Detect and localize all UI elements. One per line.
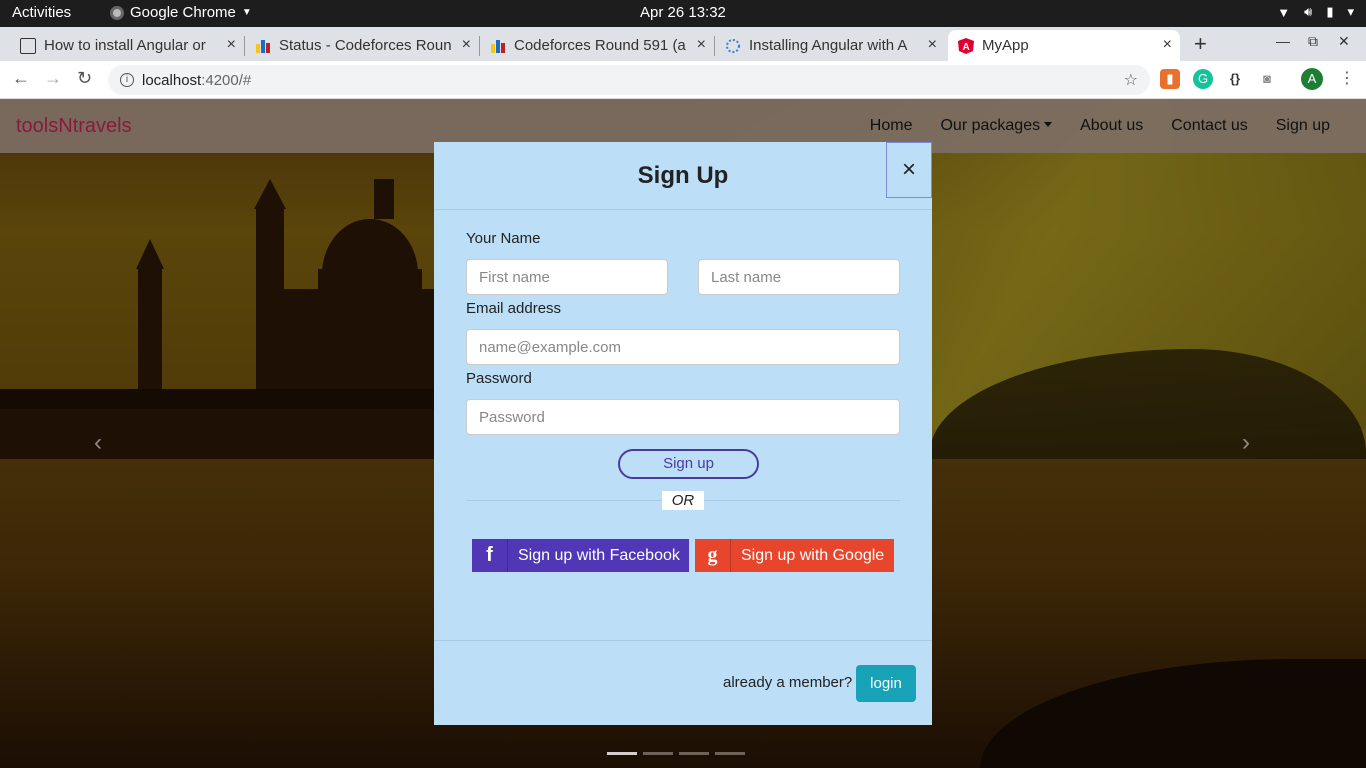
- url-path: :4200/#: [201, 71, 252, 89]
- email-input[interactable]: name@example.com: [466, 329, 900, 365]
- chrome-icon: [110, 5, 124, 20]
- email-label: Email address: [466, 300, 562, 317]
- modal-close-button[interactable]: ×: [886, 142, 932, 198]
- nav-about-us[interactable]: About us: [1080, 117, 1143, 135]
- restore-button[interactable]: ⧉: [1308, 33, 1318, 50]
- tab-strip: How to install Angular or × Status - Cod…: [0, 27, 1366, 61]
- close-icon[interactable]: ×: [697, 36, 706, 54]
- page-viewport: ‹ › toolsNtravels Home Our packages Abou…: [0, 99, 1366, 768]
- address-bar[interactable]: i localhost:4200/# ☆: [108, 65, 1150, 95]
- url-host: localhost: [142, 71, 202, 89]
- tab-title: Codeforces Round 591 (a: [514, 37, 686, 54]
- nav-sign-up[interactable]: Sign up: [1276, 117, 1330, 135]
- carousel-indicator[interactable]: [643, 752, 673, 755]
- nav-contact-us[interactable]: Contact us: [1171, 117, 1247, 135]
- tab-title: Status - Codeforces Roun: [279, 37, 451, 54]
- close-icon[interactable]: ×: [462, 36, 471, 54]
- nav-home[interactable]: Home: [870, 117, 913, 135]
- minimize-button[interactable]: —: [1276, 33, 1290, 49]
- facebook-icon: f: [472, 539, 508, 572]
- system-tray[interactable]: ▼ 🔊︎ ▮ ▾: [1277, 4, 1354, 20]
- angular-icon: A: [958, 37, 974, 54]
- close-icon[interactable]: ×: [1163, 36, 1172, 54]
- tab-title: How to install Angular or: [44, 37, 206, 54]
- extension-office-icon[interactable]: ▮: [1160, 69, 1180, 89]
- camera-icon[interactable]: ◙: [1257, 69, 1277, 89]
- modal-title: Sign Up: [637, 162, 729, 189]
- or-label: OR: [662, 491, 704, 510]
- tab-codeforces-round[interactable]: Codeforces Round 591 (a ×: [480, 30, 715, 61]
- carousel-indicator[interactable]: [679, 752, 709, 755]
- profile-avatar[interactable]: A: [1301, 68, 1323, 90]
- modal-header: Sign Up ×: [434, 142, 932, 210]
- info-icon[interactable]: i: [120, 73, 134, 87]
- battery-icon: ▮: [1326, 4, 1334, 19]
- nav-links: Home Our packages About us Contact us Si…: [870, 117, 1330, 135]
- login-button[interactable]: login: [856, 665, 916, 702]
- member-question: already a member?: [723, 674, 853, 691]
- new-tab-button[interactable]: +: [1194, 31, 1207, 57]
- tab-angular-install[interactable]: How to install Angular or ×: [10, 30, 245, 61]
- codeforces-icon: [255, 38, 271, 54]
- tab-myapp[interactable]: A MyApp ×: [948, 30, 1180, 61]
- facebook-signup-label: Sign up with Facebook: [518, 546, 680, 564]
- carousel-prev-icon[interactable]: ‹: [94, 429, 102, 457]
- tab-installing-angular[interactable]: Installing Angular with A ×: [715, 30, 945, 61]
- json-extension-icon[interactable]: {}: [1225, 69, 1245, 89]
- carousel-indicator[interactable]: [715, 752, 745, 755]
- volume-icon: 🔊︎: [1304, 4, 1313, 19]
- chevron-down-icon: ▾: [1347, 4, 1354, 19]
- carousel-indicator[interactable]: [607, 752, 637, 755]
- password-input[interactable]: Password: [466, 399, 900, 435]
- name-label: Your Name: [466, 230, 541, 247]
- google-icon: g: [695, 539, 731, 572]
- grammarly-icon[interactable]: G: [1193, 69, 1213, 89]
- password-label: Password: [466, 370, 532, 387]
- last-name-input[interactable]: Last name: [698, 259, 900, 295]
- facebook-signup-button[interactable]: f Sign up with Facebook: [472, 539, 689, 572]
- reload-button[interactable]: ↻: [77, 68, 92, 89]
- svg-text:A: A: [963, 42, 970, 53]
- system-top-bar: Activities Google Chrome ▼ Apr 26 13:32 …: [0, 0, 1366, 27]
- menu-kebab-icon[interactable]: ⋮: [1339, 68, 1355, 88]
- clock[interactable]: Apr 26 13:32: [640, 4, 726, 21]
- app-name: Google Chrome: [130, 4, 236, 21]
- tab-title: Installing Angular with A: [749, 37, 908, 54]
- google-signup-label: Sign up with Google: [741, 546, 885, 564]
- forward-button[interactable]: →: [44, 68, 62, 89]
- tab-title: MyApp: [982, 37, 1029, 54]
- terminal-icon: [20, 37, 36, 54]
- back-button[interactable]: ←: [12, 68, 30, 89]
- signup-submit-button[interactable]: Sign up: [618, 449, 759, 479]
- chevron-down-icon: ▼: [241, 7, 252, 18]
- bookmark-star-icon[interactable]: ☆: [1124, 70, 1138, 90]
- app-menu[interactable]: Google Chrome ▼: [110, 4, 252, 21]
- activities-button[interactable]: Activities: [12, 4, 71, 21]
- wifi-icon: ▼: [1277, 4, 1291, 20]
- google-signup-button[interactable]: g Sign up with Google: [695, 539, 894, 572]
- first-name-input[interactable]: First name: [466, 259, 668, 295]
- carousel-next-icon[interactable]: ›: [1242, 429, 1250, 457]
- signup-modal: Sign Up × Your Name First name Last name…: [434, 142, 932, 725]
- codeforces-icon: [490, 38, 506, 54]
- window-close-button[interactable]: ✕: [1338, 33, 1350, 50]
- carousel-indicators: [607, 752, 745, 755]
- site-icon: [725, 38, 741, 54]
- brand-logo[interactable]: toolsNtravels: [16, 115, 132, 138]
- nav-our-packages-dropdown[interactable]: Our packages: [940, 117, 1052, 135]
- tab-codeforces-status[interactable]: Status - Codeforces Roun ×: [245, 30, 480, 61]
- toolbar: ← → ↻ i localhost:4200/# ☆ ▮ G {} ◙ A ⋮: [0, 61, 1366, 99]
- close-icon[interactable]: ×: [928, 36, 937, 54]
- modal-footer: already a member? login: [434, 640, 932, 725]
- close-icon[interactable]: ×: [227, 36, 236, 54]
